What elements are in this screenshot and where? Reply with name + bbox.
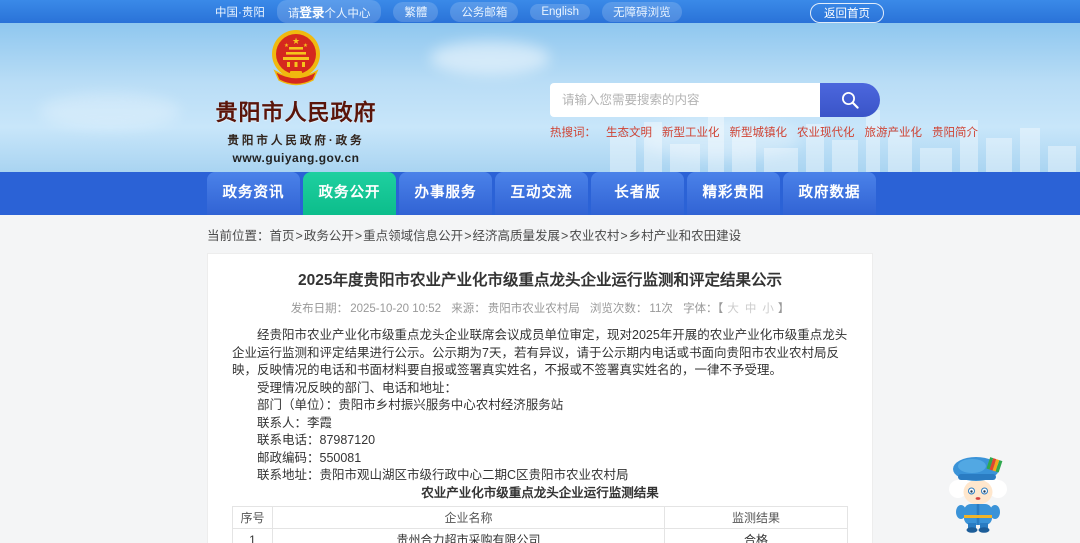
paragraph-announcement: 经贵阳市农业产业化市级重点龙头企业联席会议成员单位审定，现对2025年开展的农业… (232, 328, 848, 377)
breadcrumb-agriculture[interactable]: 农业农村 (569, 229, 628, 243)
font-size-label: 字体：【 (683, 303, 724, 315)
breadcrumb-home[interactable]: 首页 (270, 229, 304, 243)
views-value: 11次 (649, 303, 673, 315)
hot-term-ecology[interactable]: 生态文明 (606, 124, 652, 140)
contact-person: 联系人：李霞 (257, 415, 333, 430)
assistant-mascot[interactable] (941, 447, 1015, 538)
site-name: 贵阳市人民政府 (215, 100, 377, 125)
cloud-decoration (430, 41, 550, 75)
site-banner: ★ ★ ★ 贵阳市人民政府 贵阳市人民政府·政务 www.guiyang.gov… (0, 23, 1080, 172)
search-icon (842, 92, 859, 109)
views-label: 浏览次数： (589, 303, 648, 315)
svg-text:★: ★ (303, 43, 308, 49)
tab-zhengfu-shuju[interactable]: 政府数据 (783, 172, 876, 215)
topbar-links: 中国·贵阳 请登录个人中心 繁體 公务邮箱 English 无障碍浏览 (215, 0, 682, 23)
guiyang-gov-page: 中国·贵阳 请登录个人中心 繁體 公务邮箱 English 无障碍浏览 返回首页 (0, 0, 1080, 543)
accessibility-link[interactable]: 无障碍浏览 (602, 1, 682, 22)
cloud-decoration (40, 93, 180, 129)
table-header-row: 序号 企业名称 监测结果 (232, 506, 848, 529)
breadcrumb-label: 当前位置： (207, 229, 270, 243)
traditional-chinese-link[interactable]: 繁體 (393, 1, 439, 22)
breadcrumb-rural-industry[interactable]: 乡村产业和农田建设 (629, 229, 742, 243)
national-emblem-icon: ★ ★ ★ (272, 30, 320, 86)
breadcrumb: 当前位置：首页政务公开重点领域信息公开经济高质量发展农业农村乡村产业和农田建设 (207, 225, 1080, 244)
svg-text:★: ★ (284, 43, 289, 49)
content-area: 当前位置：首页政务公开重点领域信息公开经济高质量发展农业农村乡村产业和农田建设 … (0, 215, 1080, 543)
hot-term-industrialization[interactable]: 新型工业化 (662, 124, 720, 140)
login-link[interactable]: 请登录个人中心 (276, 0, 382, 23)
site-url: www.guiyang.gov.cn (232, 151, 360, 165)
tab-zhengwu-gongkai[interactable]: 政务公开 (303, 172, 396, 215)
top-utility-bar: 中国·贵阳 请登录个人中心 繁體 公务邮箱 English 无障碍浏览 返回首页 (0, 0, 1080, 23)
contact-postcode: 邮政编码：550081 (257, 450, 362, 465)
article-meta: 发布日期： 2025-10-20 10:52 来源： 贵阳市农业农村局 浏览次数： 1… (232, 300, 848, 316)
table-caption: 农业产业化市级重点龙头企业运行监测结果 (421, 485, 659, 500)
font-size-large-button[interactable]: 大 (727, 303, 739, 315)
login-strong: 登录 (299, 6, 325, 20)
hot-search-label: 热搜词： (550, 127, 596, 139)
article-panel: 2025年度贵阳市农业产业化市级重点龙头企业运行监测和评定结果公示 发布日期： 2… (207, 253, 873, 543)
search-button[interactable] (820, 83, 880, 117)
portal-link[interactable]: 中国·贵阳 (215, 4, 265, 20)
tab-jingcai-guiyang[interactable]: 精彩贵阳 (687, 172, 780, 215)
font-size-bracket: 】 (777, 303, 790, 315)
tab-zhengwu-zixun[interactable]: 政务资讯 (207, 172, 300, 215)
col-header-seq: 序号 (232, 506, 273, 529)
monitoring-result-table: 序号 企业名称 监测结果 1 贵州合力超市采购有限公司 合格 2 (232, 506, 848, 543)
article-title: 2025年度贵阳市农业产业化市级重点龙头企业运行监测和评定结果公示 (298, 272, 782, 289)
return-home-button[interactable]: 返回首页 (810, 3, 884, 23)
site-subtitle: 贵阳市人民政府·政务 (227, 135, 365, 147)
row-seq: 1 (232, 528, 273, 543)
tab-zhangzhe-ban[interactable]: 长者版 (591, 172, 684, 215)
contact-department: 部门（单位）：贵阳市乡村振兴服务中心农村经济服务站 (257, 398, 564, 412)
search-area: 热搜词： 生态文明 新型工业化 新型城镇化 农业现代化 旅游产业化 贵阳简介 (550, 83, 978, 140)
svg-text:★: ★ (292, 36, 300, 46)
col-header-company: 企业名称 (272, 506, 665, 529)
breadcrumb-gongkai[interactable]: 政务公开 (304, 229, 363, 243)
official-mailbox-link[interactable]: 公务邮箱 (450, 1, 519, 22)
article-body: 经贵阳市农业产业化市级重点龙头企业联席会议成员单位审定，现对2025年开展的农业… (232, 327, 848, 543)
hot-term-urbanization[interactable]: 新型城镇化 (730, 124, 788, 140)
search-input[interactable] (550, 83, 820, 117)
contact-address: 联系地址：贵阳市观山湖区市级行政中心二期C区贵阳市农业农村局 (257, 468, 629, 482)
col-header-result: 监测结果 (664, 506, 848, 529)
paragraph-contact-intro: 受理情况反映的部门、电话和地址： (257, 380, 458, 395)
breadcrumb-key-info[interactable]: 重点领域信息公开 (363, 229, 472, 243)
publish-date-label: 发布日期： (290, 303, 349, 315)
row-result: 合格 (664, 528, 848, 543)
search-bar (550, 83, 880, 117)
site-logo[interactable]: ★ ★ ★ 贵阳市人民政府 贵阳市人民政府·政务 www.guiyang.gov… (212, 29, 380, 165)
source-value: 贵阳市农业农村局 (487, 303, 580, 315)
english-link[interactable]: English (530, 3, 591, 20)
table-row: 1 贵州合力超市采购有限公司 合格 (232, 528, 848, 543)
tab-banshi-fuwu[interactable]: 办事服务 (399, 172, 492, 215)
source-label: 来源： (451, 303, 486, 315)
main-navbar: 政务资讯 政务公开 办事服务 互动交流 长者版 精彩贵阳 政府数据 (0, 172, 1080, 215)
contact-phone: 联系电话：87987120 (257, 433, 376, 447)
publish-date: 2025-10-20 10:52 (350, 303, 441, 315)
hot-search-row: 热搜词： 生态文明 新型工业化 新型城镇化 农业现代化 旅游产业化 贵阳简介 (550, 124, 978, 140)
mascot-icon (949, 457, 1007, 533)
tab-hudong-jiaoliu[interactable]: 互动交流 (495, 172, 588, 215)
breadcrumb-economy[interactable]: 经济高质量发展 (473, 229, 570, 243)
hot-term-intro[interactable]: 贵阳简介 (932, 124, 978, 140)
font-size-small-button[interactable]: 小 (762, 303, 774, 315)
row-company: 贵州合力超市采购有限公司 (272, 528, 665, 543)
hot-term-agriculture[interactable]: 农业现代化 (797, 124, 855, 140)
font-size-medium-button[interactable]: 中 (745, 303, 757, 315)
hot-term-tourism[interactable]: 旅游产业化 (865, 124, 923, 140)
nav-tabs: 政务资讯 政务公开 办事服务 互动交流 长者版 精彩贵阳 政府数据 (207, 172, 1080, 215)
